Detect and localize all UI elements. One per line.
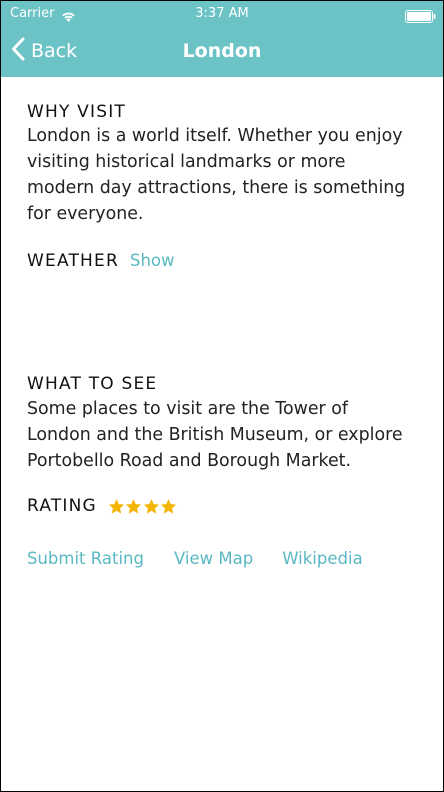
- navigation-bar: Carrier 3:37 AM Back London: [1, 1, 443, 77]
- weather-heading: WEATHER: [27, 251, 119, 271]
- submit-rating-link[interactable]: Submit Rating: [27, 549, 144, 568]
- why-visit-line: modern day attractions, there is somethi…: [27, 178, 406, 198]
- what-to-see-heading: WHAT TO SEE: [27, 374, 158, 394]
- why-visit-heading: WHY VISIT: [27, 102, 127, 122]
- what-to-see-line: Portobello Road and Borough Market.: [27, 451, 351, 471]
- what-to-see-line: Some places to visit are the Tower of: [27, 399, 348, 419]
- view-map-link[interactable]: View Map: [174, 549, 253, 568]
- battery-icon: [405, 8, 437, 27]
- why-visit-line: for everyone.: [27, 204, 144, 224]
- status-time: 3:37 AM: [195, 6, 249, 21]
- page-title: London: [182, 40, 262, 62]
- what-to-see-text: Some places to visit are the Tower of Lo…: [27, 396, 427, 474]
- why-visit-text: London is a world itself. Whether you en…: [27, 123, 427, 227]
- weather-show-link[interactable]: Show: [130, 251, 175, 270]
- star-icon: [143, 498, 160, 514]
- action-links: Submit Rating View Map Wikipedia: [27, 549, 427, 568]
- star-icon: [161, 498, 177, 514]
- rating-row: RATING: [27, 495, 427, 517]
- app-screen: Carrier 3:37 AM Back London WHY VISIT Lo…: [0, 0, 444, 792]
- why-visit-line: visiting historical landmarks or more: [27, 152, 346, 172]
- star-icon: [108, 498, 125, 514]
- star-rating: [108, 498, 178, 515]
- weather-row: WEATHER Show: [27, 250, 427, 272]
- what-to-see-line: London and the British Museum, or explor…: [27, 425, 403, 445]
- wikipedia-link[interactable]: Wikipedia: [282, 549, 362, 568]
- star-icon: [126, 498, 142, 514]
- rating-heading: RATING: [27, 496, 97, 516]
- why-visit-line: London is a world itself. Whether you en…: [27, 126, 403, 146]
